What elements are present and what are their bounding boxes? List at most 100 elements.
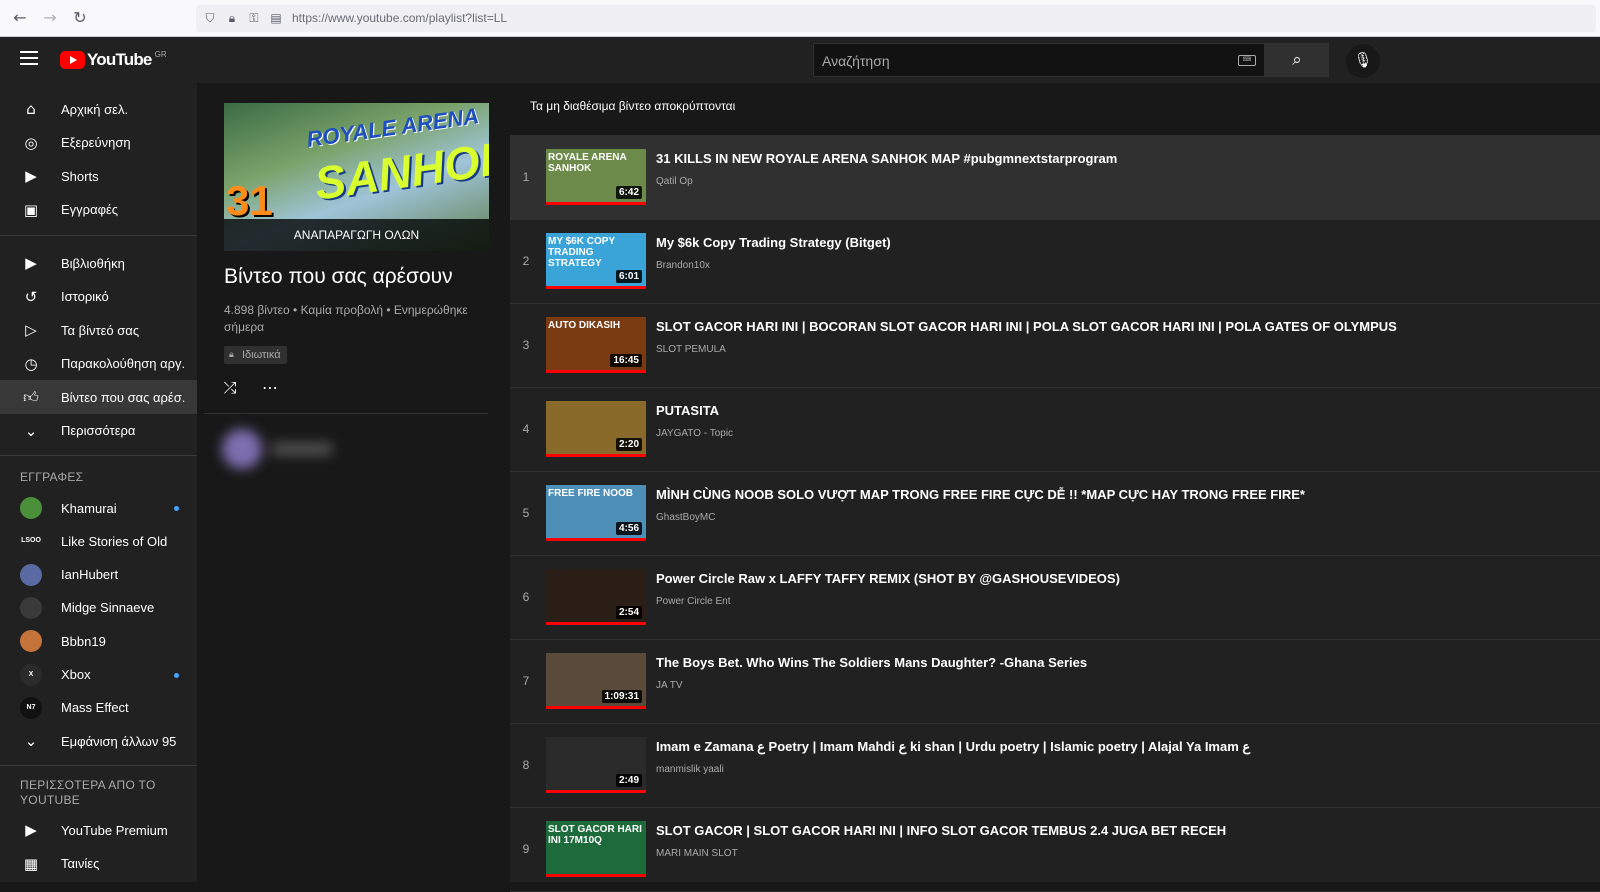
sidebar-item[interactable]: ▦ Ταινίες <box>0 847 197 881</box>
menu-icon[interactable] <box>20 51 38 65</box>
video-thumbnail[interactable]: 2:49 <box>546 737 646 793</box>
lock-icon[interactable]: 🔒︎ <box>224 10 240 26</box>
playlist-video-row[interactable]: 6 2:54 Power Circle Raw x LAFFY TAFFY REMI… <box>510 556 1600 640</box>
url-bar[interactable]: ⛉ 🔒︎ ⚿ ▤ https://www.youtube.com/playlis… <box>196 5 1596 32</box>
sidebar-item[interactable]: ◎ Εξερεύνηση <box>0 126 197 160</box>
subscription-item[interactable]: LSOO Like Stories of Old <box>0 524 197 558</box>
playlist-video-row[interactable]: 4 2:20 PUTASITA JAYGATO - Topic <box>510 388 1600 472</box>
video-thumbnail[interactable]: AUTO DIKASIH 16:45 <box>546 317 646 373</box>
sidebar-item[interactable]: ⌂ Αρχική σελ. <box>0 92 197 126</box>
back-icon[interactable]: ← <box>10 8 30 28</box>
search-placeholder: Αναζήτηση <box>822 53 890 69</box>
channel-avatar <box>20 596 42 619</box>
shorts-icon: ▶ <box>25 167 37 185</box>
subscription-item[interactable]: N7 Mass Effect <box>0 691 197 725</box>
video-thumbnail[interactable]: 2:54 <box>546 569 646 625</box>
search-button[interactable]: ⌕ <box>1265 43 1329 77</box>
channel-name[interactable]: GhastBoyMC <box>656 512 715 523</box>
sidebar-item[interactable]: ▣ Εγγραφές <box>0 193 197 227</box>
video-index: 4 <box>522 422 530 436</box>
new-content-dot <box>174 506 179 511</box>
subscription-item[interactable]: IanHubert <box>0 558 197 592</box>
video-title[interactable]: My $6k Copy Trading Strategy (Bitget) <box>656 235 891 250</box>
playlist-video-row[interactable]: 8 2:49 Imam e Zamana ع Poetry | Imam Mahdi… <box>510 724 1600 808</box>
sidebar-item[interactable]: ◷ Παρακολούθηση αργ... <box>0 347 197 381</box>
playlist-owner <box>214 425 334 473</box>
video-duration: 6:42 <box>615 186 642 199</box>
playlist-video-row[interactable]: 2 MY $6K COPY TRADING STRATEGY 6:01 My $6k … <box>510 220 1600 304</box>
channel-name[interactable]: MARI MAIN SLOT <box>656 848 738 859</box>
search-input[interactable]: Αναζήτηση ⌨ <box>813 43 1265 77</box>
sidebar-item[interactable]: ▶ YouTube Premium <box>0 813 197 847</box>
video-title[interactable]: PUTASITA <box>656 403 719 418</box>
channel-avatar <box>20 630 42 653</box>
video-index: 2 <box>522 254 530 268</box>
thumbnail-text: ROYALE ARENA SANHOK <box>548 152 627 174</box>
subscriptions-icon: ▣ <box>23 200 39 219</box>
video-title[interactable]: SLOT GACOR | SLOT GACOR HARI INI | INFO … <box>656 823 1226 838</box>
youtube-logo[interactable]: YouTube GR <box>60 50 167 70</box>
video-thumbnail[interactable]: SLOT GACOR HARI INI 17M10Q <box>546 821 646 877</box>
video-list: 1 ROYALE ARENA SANHOK 6:42 31 KILLS IN NEW … <box>510 135 1600 892</box>
video-title[interactable]: Imam e Zamana ع Poetry | Imam Mahdi ع ki… <box>656 739 1250 755</box>
channel-name[interactable]: Power Circle Ent <box>656 596 730 607</box>
video-thumbnail[interactable]: 1:09:31 <box>546 653 646 709</box>
sidebar-item[interactable]: 👍︎ Βίντεο που σας αρέσ... <box>0 380 197 414</box>
sidebar-item[interactable]: ▶ Shorts <box>0 159 197 193</box>
privacy-badge[interactable]: 🔒︎ Ιδιωτικά <box>224 346 287 364</box>
playlist-video-row[interactable]: 5 FREE FIRE NOOB 4:56 MÌNH CÙNG NOOB SOLO V… <box>510 472 1600 556</box>
channel-name[interactable]: JAYGATO - Topic <box>656 428 733 439</box>
owner-name <box>272 443 332 455</box>
video-thumbnail[interactable]: ROYALE ARENA SANHOK 6:42 <box>546 149 646 205</box>
playlist-video-row[interactable]: 9 SLOT GACOR HARI INI 17M10Q SLOT GACOR | … <box>510 808 1600 892</box>
playlist-video-row[interactable]: 3 AUTO DIKASIH 16:45 SLOT GACOR HARI INI | … <box>510 304 1600 388</box>
video-index: 5 <box>522 506 530 520</box>
sidebar-item[interactable]: ⌄ Περισσότερα <box>0 414 197 448</box>
sidebar-item[interactable]: ↺ Ιστορικό <box>0 280 197 314</box>
channel-name[interactable]: JA TV <box>656 680 683 691</box>
more-actions-icon[interactable]: ⋯ <box>258 376 282 400</box>
playlist-video-row[interactable]: 7 1:09:31 The Boys Bet. Who Wins The Soldi… <box>510 640 1600 724</box>
video-title[interactable]: SLOT GACOR HARI INI | BOCORAN SLOT GACOR… <box>656 319 1397 334</box>
video-title[interactable]: The Boys Bet. Who Wins The Soldiers Mans… <box>656 655 1087 670</box>
subscription-label: Midge Sinnaeve <box>61 600 155 616</box>
show-more-button[interactable]: ⌄ Εμφάνιση άλλων 95 <box>0 724 197 758</box>
channel-name[interactable]: SLOT PEMULA <box>656 344 726 355</box>
sidebar-item-label: Παρακολούθηση αργ... <box>61 356 186 371</box>
sidebar-item-label: Ιστορικό <box>61 289 109 304</box>
video-thumbnail[interactable]: MY $6K COPY TRADING STRATEGY 6:01 <box>546 233 646 289</box>
playlist-thumbnail[interactable]: ROYALE ARENA SANHOK 31 ΑΝΑΠΑΡΑΓΩΓΗ ΟΛΩΝ <box>224 103 489 251</box>
shield-icon[interactable]: ⛉ <box>202 10 218 26</box>
video-thumbnail[interactable]: 2:20 <box>546 401 646 457</box>
subscription-item[interactable]: Khamurai <box>0 491 197 525</box>
channel-name[interactable]: manmislik yaali <box>656 764 724 775</box>
playlist-video-row[interactable]: 1 ROYALE ARENA SANHOK 6:42 31 KILLS IN NEW … <box>510 136 1600 220</box>
subscription-item[interactable]: X Xbox <box>0 658 197 692</box>
video-title[interactable]: Power Circle Raw x LAFFY TAFFY REMIX (SH… <box>656 571 1120 586</box>
movies-icon: ▦ <box>23 854 39 873</box>
reader-icon[interactable]: ▤ <box>268 10 284 26</box>
sidebar-item[interactable]: ▷ Τα βίντεό σας <box>0 313 197 347</box>
sidebar-item[interactable]: ▶ Βιβλιοθήκη <box>0 246 197 280</box>
play-all-button[interactable]: ΑΝΑΠΑΡΑΓΩΓΗ ΟΛΩΝ <box>224 219 489 251</box>
mic-button[interactable]: 🎙︎ <box>1346 44 1380 78</box>
channel-name[interactable]: Brandon10x <box>656 260 710 271</box>
url-text[interactable]: https://www.youtube.com/playlist?list=LL <box>292 11 507 25</box>
subscription-item[interactable]: Bbbn19 <box>0 624 197 658</box>
key-icon[interactable]: ⚿ <box>246 10 262 26</box>
shuffle-icon[interactable]: ⤮ <box>218 376 242 400</box>
watched-progress <box>546 286 646 289</box>
video-thumbnail[interactable]: FREE FIRE NOOB 4:56 <box>546 485 646 541</box>
forward-icon[interactable]: → <box>40 8 60 28</box>
browser-toolbar: ← → ↻ ⛉ 🔒︎ ⚿ ▤ https://www.youtube.com/p… <box>0 0 1600 37</box>
reload-icon[interactable]: ↻ <box>70 8 90 28</box>
privacy-label: Ιδιωτικά <box>242 349 281 361</box>
video-index: 1 <box>522 170 530 184</box>
watched-progress <box>546 370 646 373</box>
channel-name[interactable]: Qatil Op <box>656 176 693 187</box>
video-title[interactable]: MÌNH CÙNG NOOB SOLO VƯỢT MAP TRONG FREE … <box>656 487 1305 502</box>
keyboard-icon[interactable]: ⌨ <box>1238 55 1256 66</box>
video-title[interactable]: 31 KILLS IN NEW ROYALE ARENA SANHOK MAP … <box>656 151 1117 166</box>
masthead: YouTube GR Αναζήτηση ⌨ ⌕ 🎙︎ <box>0 37 1600 83</box>
subscription-item[interactable]: Midge Sinnaeve <box>0 591 197 625</box>
